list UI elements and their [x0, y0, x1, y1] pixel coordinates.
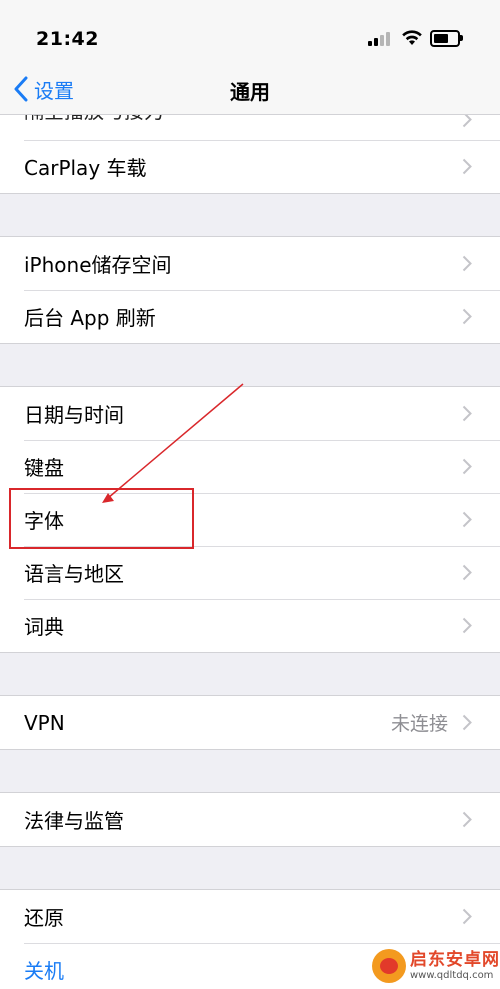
watermark-name: 启东安卓网	[410, 950, 500, 971]
settings-row-iphone-storage[interactable]: iPhone储存空间	[0, 237, 500, 290]
row-label: 还原	[24, 906, 64, 930]
chevron-right-icon	[462, 564, 472, 581]
settings-row-legal-regulatory[interactable]: 法律与监管	[0, 793, 500, 846]
chevron-right-icon	[462, 908, 472, 925]
settings-group-vpn: VPN 未连接	[0, 695, 500, 750]
chevron-right-icon	[462, 511, 472, 528]
settings-row-vpn[interactable]: VPN 未连接	[0, 696, 500, 749]
row-label: 后台 App 刷新	[24, 306, 156, 330]
wifi-icon	[402, 30, 422, 45]
row-label: iPhone储存空间	[24, 253, 172, 277]
vpn-status-value: 未连接	[390, 713, 448, 735]
row-label: 键盘	[24, 456, 64, 480]
battery-tip	[460, 35, 463, 41]
chevron-right-icon	[462, 308, 472, 325]
row-label: 字体	[24, 509, 64, 533]
chevron-right-icon	[462, 617, 472, 634]
settings-group-locale: 日期与时间 键盘 字体 语言与地区 词典	[0, 386, 500, 653]
status-time: 21:42	[36, 28, 99, 50]
status-bar: 21:42	[0, 0, 500, 66]
chevron-right-icon	[462, 458, 472, 475]
settings-row-date-time[interactable]: 日期与时间	[0, 387, 500, 440]
status-icons	[368, 28, 478, 48]
navigation-bar: 设置 通用	[0, 66, 500, 115]
chevron-right-icon	[462, 811, 472, 828]
row-label: 日期与时间	[24, 403, 124, 427]
chevron-right-icon	[462, 158, 472, 175]
row-label: CarPlay 车载	[24, 156, 147, 180]
page-title: 通用	[230, 80, 270, 104]
row-label: 词典	[24, 615, 64, 639]
signal-icon	[368, 32, 392, 46]
settings-row-keyboard[interactable]: 键盘	[0, 440, 500, 493]
settings-row-carplay[interactable]: CarPlay 车载	[0, 140, 500, 193]
row-label: 语言与地区	[24, 562, 124, 586]
chevron-right-icon	[462, 255, 472, 272]
chevron-right-icon	[462, 405, 472, 422]
row-label: 法律与监管	[24, 809, 124, 833]
battery-icon	[430, 30, 460, 47]
settings-group-legal: 法律与监管	[0, 792, 500, 847]
settings-row-airplay-handoff[interactable]: 隔空播放与接力	[0, 115, 500, 140]
settings-group-storage: iPhone储存空间 后台 App 刷新	[0, 236, 500, 344]
settings-group-connectivity: 隔空播放与接力 CarPlay 车载	[0, 115, 500, 194]
watermark-logo-icon	[372, 949, 406, 983]
settings-row-fonts[interactable]: 字体	[0, 493, 500, 546]
watermark-url: www.qdltdq.com	[410, 969, 494, 981]
watermark-text: 启东安卓网 www.qdltdq.com	[410, 951, 500, 981]
settings-row-dictionary[interactable]: 词典	[0, 599, 500, 652]
settings-row-background-refresh[interactable]: 后台 App 刷新	[0, 290, 500, 343]
settings-row-reset[interactable]: 还原	[0, 890, 500, 943]
watermark: 启东安卓网 www.qdltdq.com	[372, 943, 500, 989]
settings-list[interactable]: 隔空播放与接力 CarPlay 车载 iPhone储存空间 后台 App 刷新 …	[0, 115, 500, 989]
chevron-right-icon	[462, 714, 472, 731]
row-label: 隔空播放与接力	[24, 115, 462, 124]
chevron-right-icon	[462, 115, 472, 128]
settings-row-language-region[interactable]: 语言与地区	[0, 546, 500, 599]
row-label: VPN	[24, 710, 65, 735]
